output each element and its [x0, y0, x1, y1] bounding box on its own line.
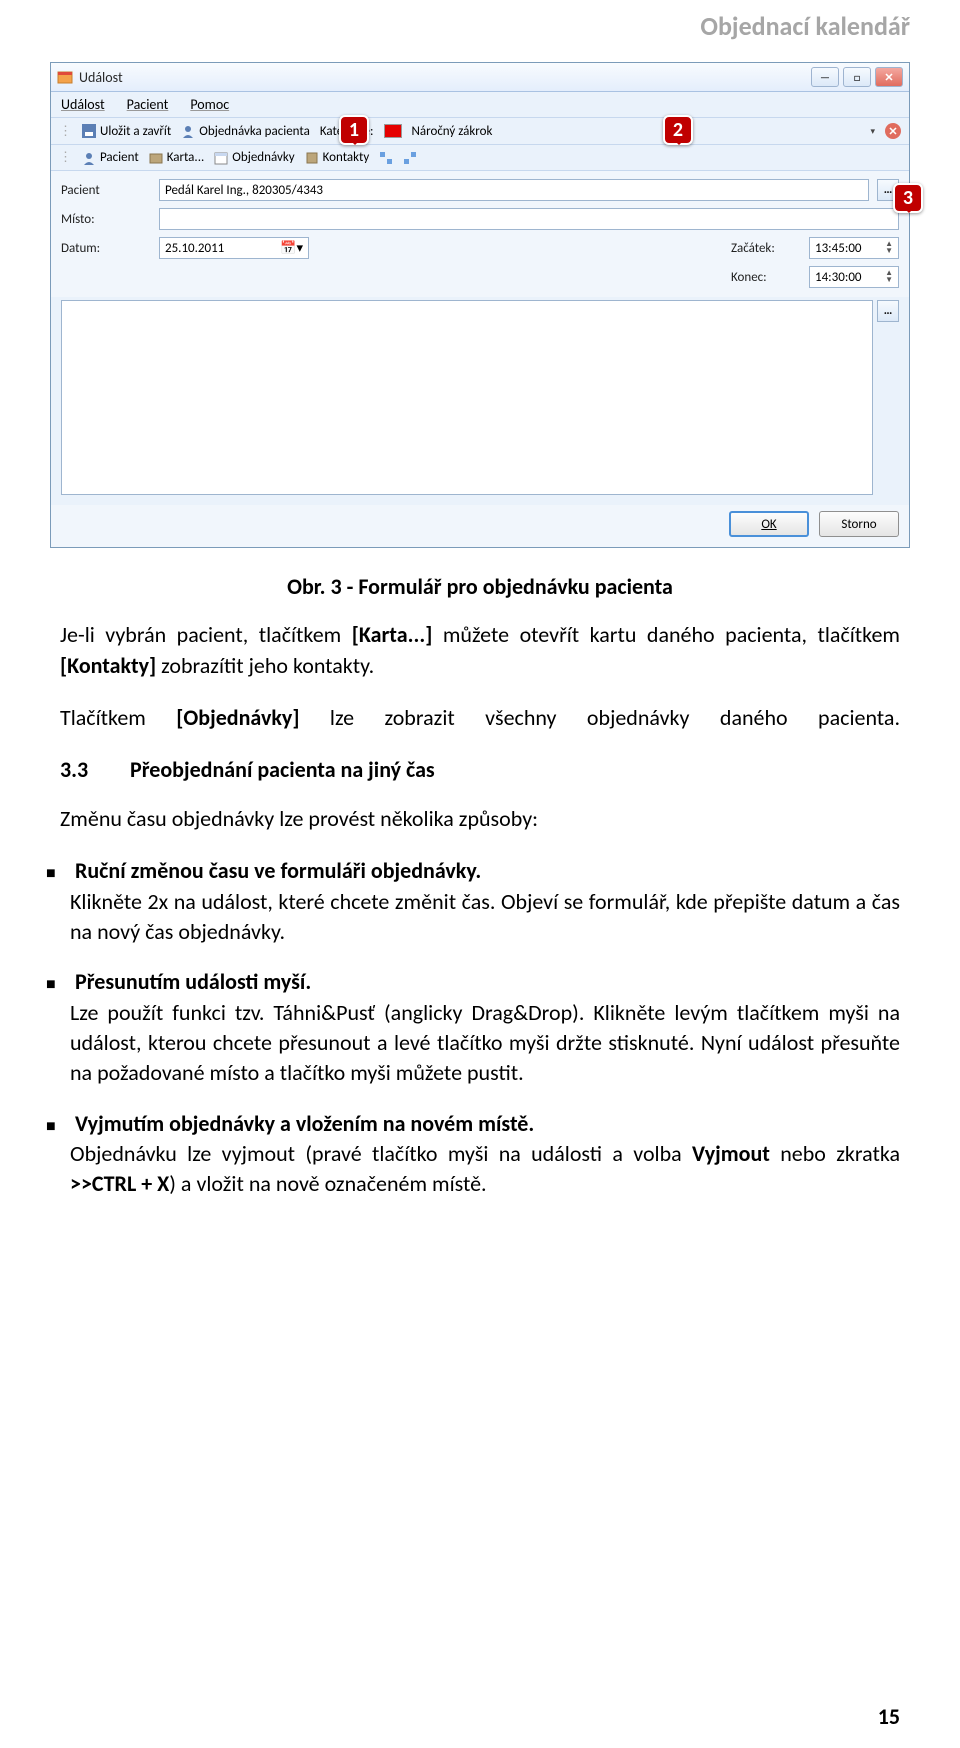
callout-3: 3 — [893, 183, 923, 213]
event-window: Událost — □ ✕ Událost Pacient Pomoc ⋮ Ul… — [50, 62, 910, 548]
place-label: Místo: — [61, 212, 151, 227]
note-browse-button[interactable]: … — [877, 300, 899, 322]
figure-caption: Obr. 3 - Formulář pro objednávku pacient… — [60, 572, 900, 602]
category-dropdown[interactable]: Náročný zákrok — [412, 124, 493, 139]
ok-button[interactable]: OK — [729, 511, 809, 537]
paragraph-1: Je-li vybrán pacient, tlačítkem [Karta..… — [60, 620, 900, 681]
date-label: Datum: — [61, 241, 151, 256]
menubar: Událost Pacient Pomoc — [51, 92, 909, 118]
patient-order-label: Objednávka pacienta — [199, 124, 310, 139]
list-item: Ruční změnou času ve formuláři objednávk… — [70, 856, 900, 947]
event-icon — [57, 69, 73, 85]
spinner-icon[interactable]: ▲▼ — [885, 241, 893, 255]
page-header: Objednací kalendář — [50, 0, 910, 62]
link-icon[interactable] — [379, 151, 393, 165]
toolbar-2: ⋮ Pacient Karta... Objednávky Kontakty — [51, 145, 909, 171]
start-time-field[interactable]: 13:45:00 ▲▼ — [809, 237, 899, 259]
menu-pomoc[interactable]: Pomoc — [190, 96, 229, 113]
contacts-button[interactable]: Kontakty — [305, 150, 370, 165]
form-body: Pacient Pedál Karel Ing., 820305/4343 … … — [51, 171, 909, 297]
calendar-picker-icon[interactable]: 📅▾ — [280, 241, 303, 256]
cancel-button[interactable]: Storno — [819, 511, 899, 537]
end-label: Konec: — [731, 270, 801, 285]
card-label: Karta... — [167, 150, 205, 165]
card-icon — [149, 151, 163, 165]
patient-label: Pacient — [61, 183, 151, 198]
link2-icon[interactable] — [403, 151, 417, 165]
doc-content: Obr. 3 - Formulář pro objednávku pacient… — [50, 548, 910, 1200]
callout-1: 1 — [339, 115, 369, 145]
chevron-down-icon[interactable]: ▾ — [870, 126, 875, 137]
callout-2: 2 — [663, 115, 693, 145]
person-icon — [181, 124, 195, 138]
person-icon — [82, 151, 96, 165]
save-close-label: Uložit a zavřít — [100, 124, 171, 139]
save-icon — [82, 124, 96, 138]
page-number: 15 — [878, 1703, 900, 1730]
method-list: Ruční změnou času ve formuláři objednávk… — [70, 856, 900, 1200]
window-title: Událost — [79, 69, 123, 86]
contacts-icon — [305, 151, 319, 165]
start-label: Začátek: — [731, 241, 801, 256]
patient-button[interactable]: Pacient — [82, 150, 139, 165]
category-value: Náročný zákrok — [412, 124, 493, 139]
spinner-icon[interactable]: ▲▼ — [885, 270, 893, 284]
place-field[interactable] — [159, 208, 899, 230]
end-time-field[interactable]: 14:30:00 ▲▼ — [809, 266, 899, 288]
category-color-swatch[interactable] — [384, 124, 402, 138]
note-textarea[interactable] — [61, 300, 873, 495]
minimize-button[interactable]: — — [811, 67, 839, 87]
card-button[interactable]: Karta... — [149, 150, 205, 165]
contacts-label: Kontakty — [323, 150, 370, 165]
start-time-value: 13:45:00 — [815, 241, 862, 256]
date-value: 25.10.2011 — [165, 241, 224, 256]
calendar-icon — [214, 151, 228, 165]
orders-label: Objednávky — [232, 150, 294, 165]
date-field[interactable]: 25.10.2011 📅▾ — [159, 237, 309, 259]
save-close-button[interactable]: Uložit a zavřít — [82, 124, 171, 139]
end-time-value: 14:30:00 — [815, 270, 862, 285]
patient-field[interactable]: Pedál Karel Ing., 820305/4343 — [159, 179, 869, 201]
delete-button[interactable]: ✕ — [885, 123, 901, 139]
patient-order-button[interactable]: Objednávka pacienta — [181, 124, 310, 139]
heading-3-3: 3.3 Přeobjednání pacienta na jiný čas — [60, 755, 900, 785]
paragraph-3: Změnu času objednávky lze provést několi… — [60, 804, 900, 834]
list-item: Přesunutím události myší. Lze použít fun… — [70, 967, 900, 1088]
menu-pacient[interactable]: Pacient — [127, 96, 169, 113]
paragraph-2: Tlačítkem [Objednávky] lze zobrazit všec… — [60, 703, 900, 733]
close-button[interactable]: ✕ — [875, 67, 903, 87]
titlebar: Událost — □ ✕ — [51, 63, 909, 92]
patient-label: Pacient — [100, 150, 139, 165]
toolbar-1: ⋮ Uložit a zavřít Objednávka pacienta Ka… — [51, 118, 909, 145]
list-item: Vyjmutím objednávky a vložením na novém … — [70, 1109, 900, 1200]
menu-udalost[interactable]: Událost — [61, 96, 105, 113]
maximize-button[interactable]: □ — [843, 67, 871, 87]
orders-button[interactable]: Objednávky — [214, 150, 294, 165]
